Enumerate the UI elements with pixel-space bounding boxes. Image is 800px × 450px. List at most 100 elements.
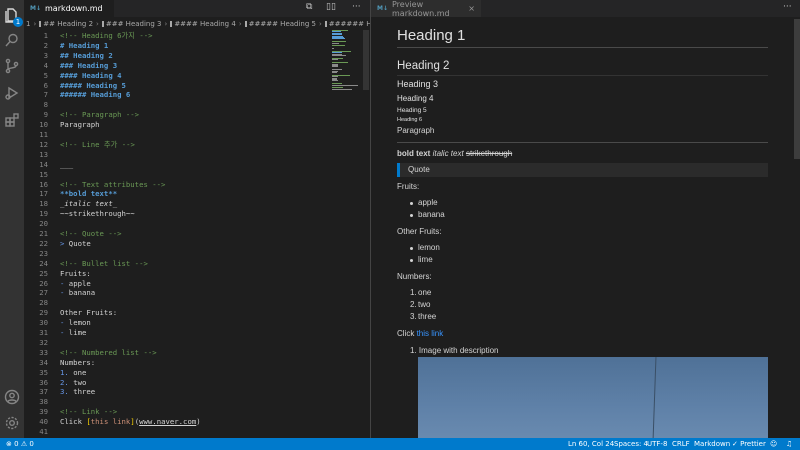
tab-preview-markdown[interactable]: M↓ Preview markdown.md × (371, 0, 481, 18)
more-actions-icon[interactable]: ··· (783, 2, 792, 12)
bullet-icon (410, 214, 413, 217)
code-line[interactable]: 39 <!-- Link --> (24, 407, 324, 417)
breadcrumb-item[interactable]: ##### Heading 5 (249, 20, 316, 28)
run-debug-icon[interactable] (3, 84, 21, 102)
notifications-bell-icon[interactable]: ♫ (786, 438, 792, 450)
code-line[interactable]: 10 Paragraph (24, 120, 324, 130)
code-line[interactable]: 17 **bold text** (24, 189, 324, 199)
breadcrumb-item[interactable]: ###### Heading 6 (329, 20, 370, 28)
breadcrumb-item[interactable]: ## Heading 2 (43, 20, 93, 28)
code-line[interactable]: 2 # Heading 1 (24, 41, 324, 51)
code-line[interactable]: 15 (24, 170, 324, 180)
code-line[interactable]: 32 (24, 338, 324, 348)
minimap-line (332, 88, 352, 90)
code-line[interactable]: 34 Numbers: (24, 358, 324, 368)
code-token: 3. (60, 387, 74, 397)
open-preview-icon[interactable]: ⧉ (306, 2, 312, 12)
code-line[interactable]: 20 (24, 219, 324, 229)
code-token: <!-- Heading 6가지 --> (60, 31, 153, 40)
code-line[interactable]: 29 Other Fruits: (24, 308, 324, 318)
tab-label: markdown.md (45, 4, 103, 13)
code-line[interactable]: 38 (24, 397, 324, 407)
line-number: 2 (43, 40, 48, 50)
preview-scrollbar[interactable] (794, 17, 800, 438)
breadcrumb-item[interactable]: ### Heading 3 (106, 20, 162, 28)
feedback-icon[interactable]: ☺ (770, 438, 777, 450)
list-number: 1. (410, 346, 417, 355)
heading-rule (397, 75, 768, 76)
code-line[interactable]: 7 ###### Heading 6 (24, 90, 324, 100)
indentation[interactable]: Spaces: 4 (614, 438, 648, 450)
tab-markdown-md[interactable]: M↓ markdown.md (24, 0, 114, 17)
encoding[interactable]: UTF-8 (647, 438, 667, 450)
account-icon[interactable] (3, 388, 21, 406)
code-line[interactable]: 12 <!-- Line 추가 --> (24, 140, 324, 150)
code-line[interactable]: 11 (24, 130, 324, 140)
code-line[interactable]: 22 > Quote (24, 239, 324, 249)
line-number: 26 (39, 278, 48, 288)
code-line[interactable]: 33 <!-- Numbered list --> (24, 348, 324, 358)
breadcrumb-item[interactable]: 1 (26, 20, 30, 28)
code-line[interactable]: 6 ##### Heading 5 (24, 81, 324, 91)
minimap-line (332, 84, 358, 86)
code-line[interactable]: 31 - lime (24, 328, 324, 338)
code-line[interactable]: 9 <!-- Paragraph --> (24, 110, 324, 120)
editor-scrollbar-thumb[interactable] (363, 30, 369, 90)
list-item: lime (418, 255, 433, 264)
code-token: lemon (68, 318, 91, 328)
line-number: 35 (39, 367, 48, 377)
check-icon: ✓ (732, 440, 738, 448)
prettier-status[interactable]: ✓ Prettier (732, 438, 766, 450)
code-line[interactable]: 26 - apple (24, 279, 324, 289)
code-line[interactable]: 23 (24, 249, 324, 259)
close-icon[interactable]: × (468, 4, 475, 13)
code-line[interactable]: 14 ___ (24, 160, 324, 170)
preview-heading-1: Heading 1 (397, 27, 466, 44)
line-number: 22 (39, 238, 48, 248)
code-line[interactable]: 8 (24, 100, 324, 110)
gear-icon[interactable] (3, 414, 21, 432)
preview-scrollbar-thumb[interactable] (794, 19, 800, 159)
code-line[interactable]: 19 ~~strikethrough~~ (24, 209, 324, 219)
code-line[interactable]: 13 (24, 150, 324, 160)
preview-heading-3: Heading 3 (397, 79, 439, 89)
breadcrumb-item[interactable]: #### Heading 4 (174, 20, 236, 28)
line-number: 18 (39, 199, 48, 209)
code-line[interactable]: 35 1. one (24, 368, 324, 378)
error-count: 0 (14, 440, 19, 448)
code-editor[interactable]: 1 <!-- Heading 6가지 --> 2 # Heading 1 3 ## Hea… (24, 30, 324, 450)
code-line[interactable]: 40 Click [this link](www.naver.com) (24, 417, 324, 427)
code-line[interactable]: 24 <!-- Bullet list --> (24, 259, 324, 269)
code-line[interactable]: 16 <!-- Text attributes --> (24, 180, 324, 190)
bullet-icon (410, 247, 413, 250)
more-actions-icon[interactable]: ··· (352, 2, 361, 12)
code-line[interactable]: 4 ### Heading 3 (24, 61, 324, 71)
preview-bold-text: bold text (397, 149, 431, 158)
code-line[interactable]: 28 (24, 298, 324, 308)
code-line[interactable]: 1 <!-- Heading 6가지 --> (24, 31, 324, 41)
editor-scrollbar[interactable] (362, 30, 370, 438)
code-line[interactable]: 3 ## Heading 2 (24, 51, 324, 61)
preview-link[interactable]: this link (417, 329, 444, 338)
search-icon[interactable] (3, 31, 21, 49)
problems-indicator[interactable]: ⊗ 0 ⚠ 0 (6, 438, 34, 450)
split-editor-icon[interactable]: ▯▯ (326, 2, 336, 12)
code-line[interactable]: 36 2. two (24, 378, 324, 388)
code-line[interactable]: 27 - banana (24, 288, 324, 298)
code-line[interactable]: 25 Fruits: (24, 269, 324, 279)
line-number: 3 (43, 50, 48, 60)
language-mode[interactable]: Markdown (694, 438, 730, 450)
extensions-icon[interactable] (3, 111, 21, 129)
code-line[interactable]: 37 3. three (24, 387, 324, 397)
code-line[interactable]: 5 #### Heading 4 (24, 71, 324, 81)
line-endings[interactable]: CRLF (672, 438, 690, 450)
source-control-icon[interactable] (3, 57, 21, 75)
code-line[interactable]: 18 _italic text_ (24, 199, 324, 209)
markdown-file-icon: M↓ (30, 5, 41, 12)
code-line[interactable]: 30 - lemon (24, 318, 324, 328)
code-line[interactable]: 21 <!-- Quote --> (24, 229, 324, 239)
explorer-icon[interactable]: 1 (3, 6, 23, 27)
code-line[interactable]: 41 (24, 427, 324, 437)
cursor-position[interactable]: Ln 60, Col 24 (568, 438, 614, 450)
minimap[interactable] (332, 30, 360, 90)
